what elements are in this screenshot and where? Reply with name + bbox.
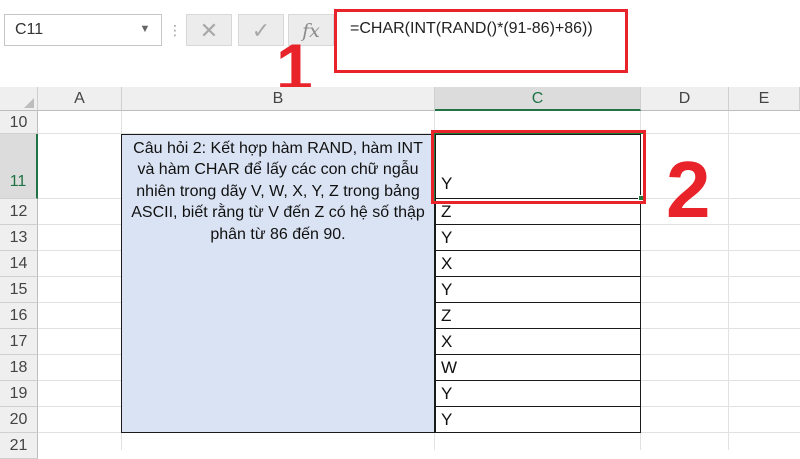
step-2-label: 2 bbox=[666, 145, 711, 234]
row-header-10[interactable]: 10 bbox=[0, 111, 38, 134]
result-cell-c20[interactable]: Y bbox=[435, 407, 641, 433]
result-cell-c19[interactable]: Y bbox=[435, 381, 641, 407]
row-header-17[interactable]: 17 bbox=[0, 329, 38, 355]
row-header-15[interactable]: 15 bbox=[0, 277, 38, 303]
cancel-button[interactable]: ✕ bbox=[186, 14, 232, 46]
result-cell-c17[interactable]: X bbox=[435, 329, 641, 355]
drag-handle-icon[interactable]: ⋮ bbox=[168, 14, 182, 46]
row-header-20[interactable]: 20 bbox=[0, 407, 38, 433]
row-header-18[interactable]: 18 bbox=[0, 355, 38, 381]
column-header-d[interactable]: D bbox=[641, 87, 729, 111]
row-header-14[interactable]: 14 bbox=[0, 251, 38, 277]
row-header-21[interactable]: 21 bbox=[0, 433, 38, 459]
result-cell-c15[interactable]: Y bbox=[435, 277, 641, 303]
row-header-11[interactable]: 11 bbox=[0, 134, 38, 199]
question-text: Câu hỏi 2: Kết hợp hàm RAND, hàm INT và … bbox=[131, 140, 425, 243]
result-cell-c16[interactable]: Z bbox=[435, 303, 641, 329]
result-cell-c13[interactable]: Y bbox=[435, 225, 641, 251]
row-header-13[interactable]: 13 bbox=[0, 225, 38, 251]
column-header-a[interactable]: A bbox=[38, 87, 122, 111]
select-all-icon bbox=[24, 98, 34, 108]
formula-highlight-box bbox=[334, 9, 628, 73]
chevron-down-icon[interactable]: ▼ bbox=[138, 22, 152, 36]
gridline bbox=[728, 111, 729, 450]
result-cell-c14[interactable]: X bbox=[435, 251, 641, 277]
column-header-b[interactable]: B bbox=[122, 87, 435, 111]
row-header-12[interactable]: 12 bbox=[0, 199, 38, 225]
row-header-19[interactable]: 19 bbox=[0, 381, 38, 407]
cell-highlight-box bbox=[431, 130, 646, 204]
column-header-c[interactable]: C bbox=[435, 87, 641, 111]
row-header-16[interactable]: 16 bbox=[0, 303, 38, 329]
result-cell-c18[interactable]: W bbox=[435, 355, 641, 381]
column-header-e[interactable]: E bbox=[729, 87, 800, 111]
